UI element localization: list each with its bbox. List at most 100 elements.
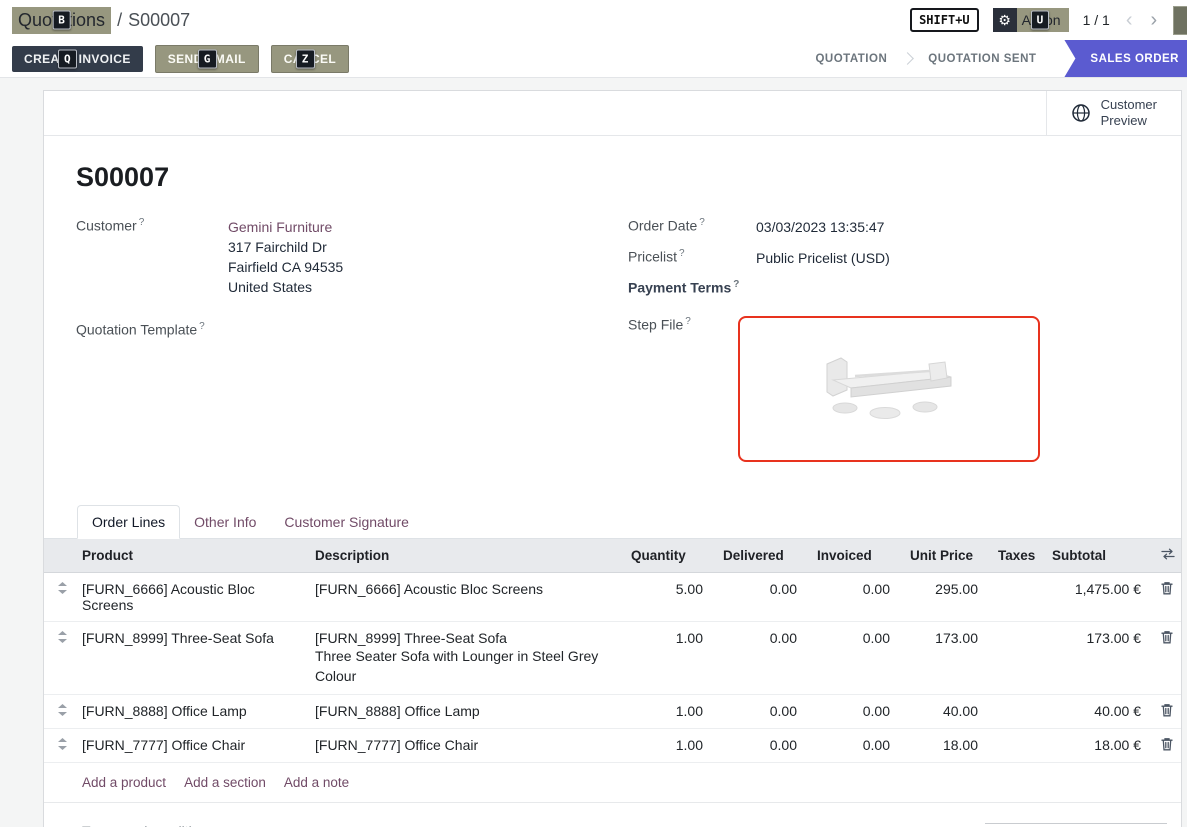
cell-invoiced[interactable]: 0.00	[807, 729, 900, 763]
kbd-hint-create-invoice: Q	[58, 49, 77, 68]
trash-icon	[1161, 630, 1173, 644]
drag-handle-icon[interactable]	[44, 729, 80, 763]
help-icon: ?	[679, 248, 685, 259]
customer-link[interactable]: Gemini Furniture	[228, 219, 332, 235]
cell-description[interactable]: [FURN_7777] Office Chair	[313, 729, 621, 763]
cell-delivered[interactable]: 0.00	[713, 573, 807, 622]
cell-taxes[interactable]	[988, 573, 1042, 622]
cell-quantity[interactable]: 1.00	[621, 729, 713, 763]
cell-description[interactable]: [FURN_6666] Acoustic Bloc Screens	[313, 573, 621, 622]
cell-description[interactable]: [FURN_8999] Three-Seat Sofa Three Seater…	[313, 622, 621, 695]
action-menu-label: Action U	[1017, 9, 1069, 31]
step-file-image[interactable]	[738, 316, 1040, 462]
create-invoice-label: CREATE INVOICE	[24, 52, 131, 66]
cell-taxes[interactable]	[988, 729, 1042, 763]
create-invoice-button[interactable]: CREATE INVOICE Q	[12, 46, 143, 72]
cell-product[interactable]: [FURN_8888] Office Lamp	[80, 695, 313, 729]
cell-unit-price[interactable]: 40.00	[900, 695, 988, 729]
payment-terms-input[interactable]	[756, 279, 916, 297]
cell-invoiced[interactable]: 0.00	[807, 573, 900, 622]
help-icon: ?	[699, 217, 705, 228]
cell-unit-price[interactable]: 295.00	[900, 573, 988, 622]
control-bar: CREATE INVOICE Q SEND EMAIL G CANCEL Z Q…	[0, 40, 1187, 78]
delete-line-button[interactable]	[1151, 695, 1181, 729]
add-product-link[interactable]: Add a product	[82, 775, 166, 790]
send-email-button[interactable]: SEND EMAIL G	[155, 45, 259, 73]
cell-quantity[interactable]: 1.00	[621, 622, 713, 695]
sheet-footer: Terms and conditions... Total: 1,706.00 …	[44, 803, 1181, 827]
tab-other-info[interactable]: Other Info	[180, 506, 270, 538]
table-row[interactable]: [FURN_8888] Office Lamp [FURN_8888] Offi…	[44, 695, 1181, 729]
pager-count: 1 / 1	[1083, 12, 1110, 28]
column-unit-price: Unit Price	[900, 539, 988, 573]
total-block: Total: 1,706.00 €	[985, 823, 1167, 827]
status-step-quotation[interactable]: QUOTATION	[797, 53, 905, 65]
step-file-3d-preview	[809, 344, 969, 434]
breadcrumb-quotations-link[interactable]: Quotations B	[12, 7, 111, 34]
drag-handle-icon[interactable]	[44, 622, 80, 695]
delete-line-button[interactable]	[1151, 573, 1181, 622]
help-icon: ?	[685, 316, 691, 327]
cell-quantity[interactable]: 1.00	[621, 695, 713, 729]
delete-line-button[interactable]	[1151, 729, 1181, 763]
table-header-row: Product Description Quantity Delivered I…	[44, 539, 1181, 573]
cell-delivered[interactable]: 0.00	[713, 729, 807, 763]
kbd-shortcut-shift-u: SHIFT+U	[910, 8, 979, 32]
kbd-hint-cancel: Z	[296, 49, 315, 68]
cell-taxes[interactable]	[988, 622, 1042, 695]
cell-product[interactable]: [FURN_7777] Office Chair	[80, 729, 313, 763]
cell-product[interactable]: [FURN_8999] Three-Seat Sofa	[80, 622, 313, 695]
table-row[interactable]: [FURN_8999] Three-Seat Sofa [FURN_8999] …	[44, 622, 1181, 695]
column-quantity: Quantity	[621, 539, 713, 573]
breadcrumb-current: S00007	[128, 10, 190, 31]
pricelist-label: Pricelist?	[628, 248, 756, 268]
cell-unit-price[interactable]: 173.00	[900, 622, 988, 695]
table-row[interactable]: [FURN_6666] Acoustic Bloc Screens [FURN_…	[44, 573, 1181, 622]
cell-delivered[interactable]: 0.00	[713, 622, 807, 695]
column-delivered: Delivered	[713, 539, 807, 573]
tab-order-lines[interactable]: Order Lines	[77, 505, 180, 539]
cell-taxes[interactable]	[988, 695, 1042, 729]
cell-delivered[interactable]: 0.00	[713, 695, 807, 729]
pager-previous-icon[interactable]: ‹	[1124, 10, 1135, 30]
cell-unit-price[interactable]: 18.00	[900, 729, 988, 763]
tab-customer-signature[interactable]: Customer Signature	[270, 506, 423, 538]
status-step-sales-order[interactable]: SALES ORDER	[1064, 40, 1187, 77]
terms-placeholder[interactable]: Terms and conditions...	[82, 823, 226, 827]
optional-columns-icon	[1161, 548, 1175, 560]
pager-next-icon[interactable]: ›	[1149, 10, 1160, 30]
topbar-right-cluster: SHIFT+U ⚙ Action U 1 / 1 ‹ › C	[910, 6, 1187, 35]
cell-invoiced[interactable]: 0.00	[807, 622, 900, 695]
cell-description[interactable]: [FURN_8888] Office Lamp	[313, 695, 621, 729]
quotation-template-input[interactable]	[228, 321, 388, 339]
cell-invoiced[interactable]: 0.00	[807, 695, 900, 729]
cell-subtotal: 40.00 €	[1042, 695, 1151, 729]
add-note-link[interactable]: Add a note	[284, 775, 349, 790]
order-date-label: Order Date?	[628, 217, 756, 237]
cancel-button[interactable]: CANCEL Z	[271, 45, 349, 73]
customer-preview-label: Customer Preview	[1101, 97, 1157, 129]
add-section-link[interactable]: Add a section	[184, 775, 266, 790]
notebook-tabs: Order Lines Other Info Customer Signatur…	[44, 505, 1181, 539]
kbd-hint-edge-partial: C	[1173, 6, 1187, 35]
top-navbar: Quotations B / S00007 SHIFT+U ⚙ Action U…	[0, 0, 1187, 40]
line-add-links: Add a product Add a section Add a note	[44, 763, 1181, 803]
cell-subtotal: 1,475.00 €	[1042, 573, 1151, 622]
help-icon: ?	[139, 217, 145, 228]
breadcrumb: Quotations B / S00007	[12, 7, 190, 34]
cell-product[interactable]: [FURN_6666] Acoustic Bloc Screens	[80, 573, 313, 622]
cell-quantity[interactable]: 5.00	[621, 573, 713, 622]
status-step-quotation-sent[interactable]: QUOTATION SENT	[910, 53, 1054, 65]
form-fields: Customer? Gemini Furniture 317 Fairchild…	[44, 217, 1181, 473]
customer-address: 317 Fairchild Dr Fairfield CA 94535 Unit…	[228, 237, 343, 297]
cell-subtotal: 173.00 €	[1042, 622, 1151, 695]
pricelist-value[interactable]: Public Pricelist (USD)	[756, 248, 890, 268]
table-row[interactable]: [FURN_7777] Office Chair [FURN_7777] Off…	[44, 729, 1181, 763]
order-date-value[interactable]: 03/03/2023 13:35:47	[756, 217, 884, 237]
drag-handle-icon[interactable]	[44, 573, 80, 622]
delete-line-button[interactable]	[1151, 622, 1181, 695]
customer-preview-button[interactable]: Customer Preview	[1046, 91, 1181, 135]
optional-columns-button[interactable]	[1151, 539, 1181, 573]
drag-handle-icon[interactable]	[44, 695, 80, 729]
action-menu-button[interactable]: ⚙ Action U	[993, 8, 1069, 32]
